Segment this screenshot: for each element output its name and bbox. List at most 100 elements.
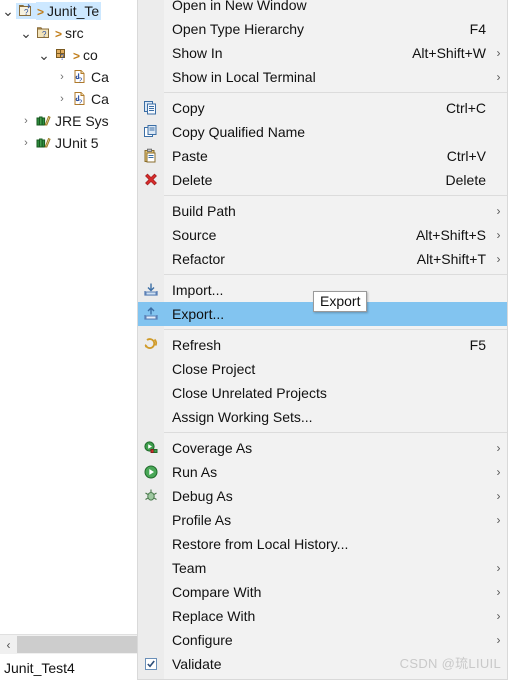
tree-item-src[interactable]: ⌄? > src: [0, 22, 140, 44]
submenu-arrow-icon[interactable]: ›: [490, 441, 507, 455]
menu-separator: [164, 432, 507, 433]
tree-item-ca[interactable]: ›? Ca: [0, 88, 140, 110]
copy-qualified-name-icon: [138, 120, 164, 144]
tree-item-co[interactable]: ⌄? > co: [0, 44, 140, 66]
menu-item-show-in[interactable]: Show In Alt+Shift+W ›: [138, 41, 507, 65]
chevron-down-icon[interactable]: ⌄: [36, 48, 52, 62]
menu-item-close-unrelated-projects[interactable]: Close Unrelated Projects: [138, 381, 507, 405]
menu-item-restore-from-local-history[interactable]: Restore from Local History...: [138, 532, 507, 556]
menu-item-debug-as[interactable]: Debug As ›: [138, 484, 507, 508]
menu-item-label: Coverage As: [172, 440, 253, 456]
submenu-arrow-icon[interactable]: ›: [490, 204, 507, 218]
submenu-arrow-icon[interactable]: ›: [490, 46, 507, 60]
menu-item-open-type-hierarchy[interactable]: Open Type Hierarchy F4: [138, 17, 507, 41]
menu-item-no-icon: [138, 508, 164, 532]
run-icon: [138, 460, 164, 484]
menu-item-show-in-local-terminal[interactable]: Show in Local Terminal ›: [138, 65, 507, 89]
validate-checkbox-icon: [138, 652, 164, 676]
menu-item-label: Close Project: [172, 361, 256, 377]
menu-item-profile-as[interactable]: Profile As ›: [138, 508, 507, 532]
tree-item-jre-sys[interactable]: › JRE Sys: [0, 110, 140, 132]
menu-item-compare-with[interactable]: Compare With ›: [138, 580, 507, 604]
menu-item-label: Refactor: [172, 251, 225, 267]
tree-item-prefix-arrow-icon: >: [37, 5, 45, 19]
scrollbar-left-arrow-icon[interactable]: ‹: [0, 635, 17, 654]
menu-item-label: Team: [172, 560, 207, 576]
java-project-icon: ?: [16, 3, 36, 19]
menu-item-no-icon: [138, 199, 164, 223]
menu-item-label: Source: [172, 227, 217, 243]
chevron-right-icon[interactable]: ›: [54, 71, 70, 83]
menu-item-label: Refresh: [172, 337, 222, 353]
menu-item-no-icon: [138, 405, 164, 429]
menu-item-label: Delete: [172, 172, 213, 188]
submenu-arrow-icon[interactable]: ›: [490, 252, 507, 266]
menu-item-configure[interactable]: Configure ›: [138, 628, 507, 652]
submenu-arrow-icon[interactable]: ›: [490, 70, 507, 84]
menu-item-build-path[interactable]: Build Path ›: [138, 199, 507, 223]
menu-item-run-as[interactable]: Run As ›: [138, 460, 507, 484]
menu-item-label: Show In: [172, 45, 223, 61]
java-file-icon: ?: [70, 91, 90, 107]
menu-item-shortcut: Ctrl+V: [446, 148, 486, 164]
chevron-down-icon[interactable]: ⌄: [18, 26, 34, 40]
package-icon: ?: [52, 47, 72, 63]
chevron-right-icon[interactable]: ›: [54, 93, 70, 105]
menu-item-source[interactable]: Source Alt+Shift+S ›: [138, 223, 507, 247]
tree-item-label: > src: [54, 24, 86, 42]
tree-item-junit-5[interactable]: › JUnit 5: [0, 132, 140, 154]
menu-item-copy-qualified-name[interactable]: Copy Qualified Name: [138, 120, 507, 144]
menu-item-no-icon: [138, 357, 164, 381]
tree-item-label: Ca: [91, 69, 109, 85]
menu-item-label: Debug As: [172, 488, 233, 504]
menu-item-label: Copy Qualified Name: [172, 124, 306, 140]
submenu-arrow-icon[interactable]: ›: [490, 513, 507, 527]
menu-item-refactor[interactable]: Refactor Alt+Shift+T ›: [138, 247, 507, 271]
chevron-right-icon[interactable]: ›: [18, 115, 34, 127]
menu-item-copy[interactable]: Copy Ctrl+C: [138, 96, 507, 120]
menu-item-close-project[interactable]: Close Project: [138, 357, 507, 381]
submenu-arrow-icon[interactable]: ›: [490, 609, 507, 623]
submenu-arrow-icon[interactable]: ›: [490, 489, 507, 503]
menu-item-no-icon: [138, 223, 164, 247]
menu-item-label: Configure: [172, 632, 233, 648]
menu-item-list[interactable]: Open in New Window Open Type Hierarchy F4 S…: [138, 0, 507, 679]
tooltip-text: Export: [320, 293, 361, 309]
project-tree[interactable]: ⌄? > Junit_Te ⌄? > src ⌄? > co ›? Ca ›? Ca › JRE Sys › J…: [0, 0, 140, 154]
submenu-arrow-icon[interactable]: ›: [490, 585, 507, 599]
scrollbar-thumb[interactable]: [17, 636, 140, 653]
menu-separator: [164, 274, 507, 275]
export-icon: [138, 302, 164, 326]
menu-item-label: Close Unrelated Projects: [172, 385, 327, 401]
menu-item-no-icon: [138, 604, 164, 628]
tree-item-ca[interactable]: ›? Ca: [0, 66, 140, 88]
submenu-arrow-icon[interactable]: ›: [490, 633, 507, 647]
chevron-down-icon[interactable]: ⌄: [0, 4, 16, 18]
menu-item-no-icon: [138, 580, 164, 604]
chevron-right-icon[interactable]: ›: [18, 137, 34, 149]
submenu-arrow-icon[interactable]: ›: [490, 228, 507, 242]
menu-item-label: Copy: [172, 100, 205, 116]
menu-item-refresh[interactable]: Refresh F5: [138, 333, 507, 357]
source-folder-icon: ?: [34, 25, 54, 41]
menu-item-no-icon: [138, 65, 164, 89]
submenu-arrow-icon[interactable]: ›: [490, 465, 507, 479]
menu-separator: [164, 92, 507, 93]
svg-text:?: ?: [24, 8, 29, 17]
menu-item-label: Paste: [172, 148, 208, 164]
menu-item-coverage-as[interactable]: Coverage As ›: [138, 436, 507, 460]
java-file-icon: ?: [70, 69, 90, 85]
tree-item-junit-te[interactable]: ⌄? > Junit_Te: [0, 0, 140, 22]
menu-item-delete[interactable]: Delete Delete: [138, 168, 507, 192]
tree-horizontal-scrollbar[interactable]: ‹: [0, 634, 140, 654]
menu-item-team[interactable]: Team ›: [138, 556, 507, 580]
menu-item-shortcut: Alt+Shift+W: [412, 45, 486, 61]
menu-item-label: Show in Local Terminal: [172, 69, 316, 85]
menu-item-assign-working-sets[interactable]: Assign Working Sets...: [138, 405, 507, 429]
export-tooltip: Export: [313, 291, 368, 312]
context-menu[interactable]: Open in New Window Open Type Hierarchy F4 S…: [137, 0, 508, 680]
menu-item-paste[interactable]: Paste Ctrl+V: [138, 144, 507, 168]
menu-item-open-in-new-window[interactable]: Open in New Window: [138, 0, 507, 17]
menu-item-replace-with[interactable]: Replace With ›: [138, 604, 507, 628]
submenu-arrow-icon[interactable]: ›: [490, 561, 507, 575]
